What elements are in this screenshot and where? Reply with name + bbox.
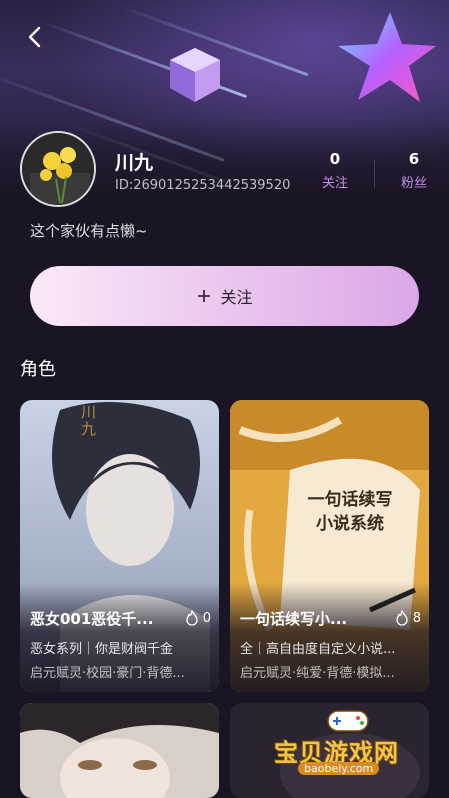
stat-followers-count: 6 (408, 150, 420, 168)
bio-text: 这个家伙有点懒~ (30, 222, 148, 240)
card-description: 全｜高自由度自定义小说... (240, 642, 396, 657)
card-description: 恶女系列｜你是财阀千金 (30, 642, 174, 657)
avatar[interactable] (20, 131, 96, 207)
stat-followers[interactable]: 6 粉丝 (389, 150, 439, 191)
plus-icon (198, 290, 211, 302)
card-tags: 启元赋灵·纯爱·背德·模拟... (240, 666, 395, 681)
back-button[interactable] (18, 20, 52, 54)
card-heat: 8 (395, 610, 421, 626)
stat-following-count: 0 (329, 150, 341, 168)
fire-icon (186, 610, 198, 626)
card-name: 一句话续写小... (240, 610, 348, 628)
character-card[interactable]: 一句话续写小说系统 一句话续写小... 8 全｜高自由度自定义小说... 启元赋… (230, 400, 429, 692)
user-id: ID:2690125253442539520 (115, 178, 291, 193)
card-art-text: 川九 (79, 404, 97, 438)
section-title: 角色 (20, 359, 56, 380)
card-name: 恶女001恶役千... (30, 610, 154, 628)
stat-divider (374, 160, 375, 188)
character-card[interactable]: 川九 恶女001恶役千... 0 恶女系列｜你是财阀千金 启元赋灵·校园·豪门·… (20, 400, 219, 692)
chevron-left-icon (28, 26, 41, 48)
stat-following[interactable]: 0 关注 (310, 150, 360, 191)
stat-following-label: 关注 (321, 176, 348, 191)
watermark-url: baobeiy.com (298, 762, 380, 775)
watermark: 宝贝游戏网 baobeiy.com (270, 705, 430, 785)
stat-followers-label: 粉丝 (400, 176, 427, 191)
character-portrait-image (20, 703, 219, 798)
nickname: 川九 (115, 152, 154, 174)
character-card[interactable] (20, 703, 219, 798)
crystal-cube-decoration (170, 48, 220, 102)
follow-button-label: 关注 (220, 288, 253, 307)
card-heat-count: 8 (412, 610, 421, 626)
fire-icon (396, 610, 408, 626)
gamepad-icon (327, 710, 369, 732)
follow-button[interactable]: 关注 (30, 266, 419, 326)
card-heat: 0 (185, 610, 211, 626)
card-art-text: 一句话续写小说系统 (307, 490, 393, 534)
card-heat-count: 0 (202, 610, 211, 626)
star-decoration (338, 12, 436, 102)
card-tags: 启元赋灵·校园·豪门·背德... (30, 666, 185, 681)
